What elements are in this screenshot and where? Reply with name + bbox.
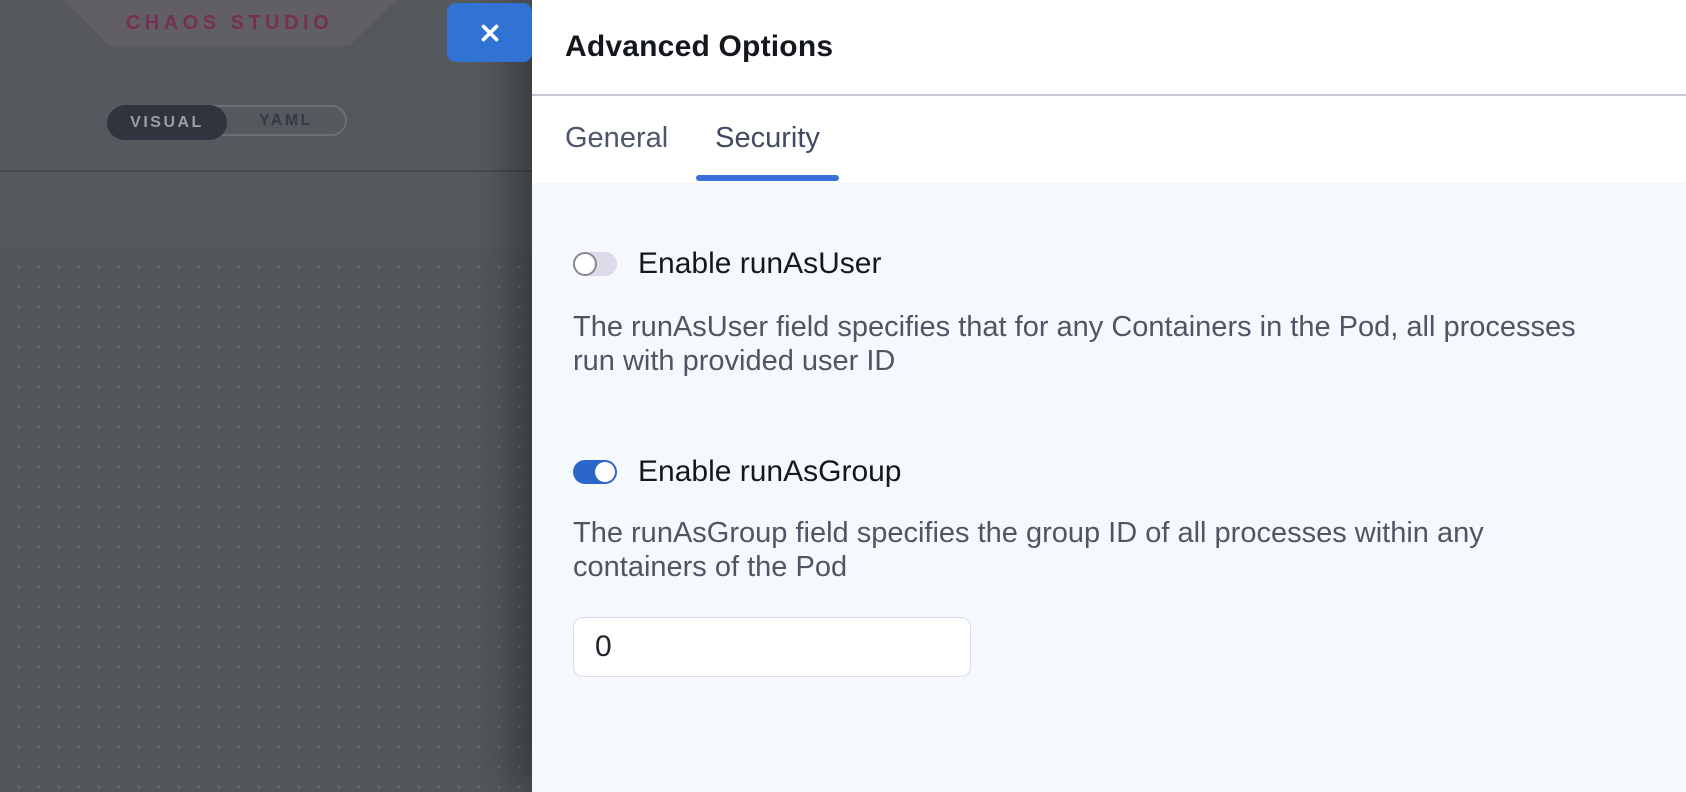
- tab-general[interactable]: General: [546, 96, 687, 181]
- run-as-user-description: The runAsUser field specifies that for a…: [573, 310, 1686, 378]
- toolbar-divider: [0, 170, 532, 172]
- run-as-group-row: Enable runAsGroup: [573, 455, 1686, 489]
- drawer-header: Advanced Options: [532, 0, 1686, 96]
- visual-tab-label: VISUAL: [130, 114, 204, 132]
- canvas-backdrop: CHAOS STUDIO VISUAL YAML: [0, 0, 532, 792]
- app-root: CHAOS STUDIO VISUAL YAML Advanced Option…: [0, 0, 1686, 792]
- run-as-user-label: Enable runAsUser: [638, 247, 881, 281]
- run-as-group-label: Enable runAsGroup: [638, 455, 902, 489]
- workflow-canvas: [0, 250, 532, 792]
- tab-general-label: General: [565, 122, 668, 155]
- toggle-knob: [573, 252, 597, 276]
- tab-security-label: Security: [715, 122, 820, 155]
- tab-security[interactable]: Security: [696, 96, 839, 181]
- active-tab-underline: [696, 175, 839, 181]
- run-as-group-description: The runAsGroup field specifies the group…: [573, 516, 1686, 584]
- advanced-options-drawer: Advanced Options General Security Enable…: [532, 0, 1686, 792]
- drawer-title: Advanced Options: [565, 30, 833, 64]
- visual-yaml-toggle: VISUAL YAML: [107, 105, 347, 136]
- toggle-knob: [595, 462, 615, 482]
- banner-label: CHAOS STUDIO: [126, 12, 333, 35]
- run-as-user-row: Enable runAsUser: [573, 247, 1686, 281]
- x-icon: [477, 20, 503, 46]
- tab-bar: General Security: [532, 96, 1686, 181]
- close-button[interactable]: [447, 3, 532, 62]
- run-as-group-input[interactable]: [573, 617, 971, 677]
- visual-tab[interactable]: VISUAL: [107, 105, 227, 140]
- yaml-tab[interactable]: YAML: [227, 107, 345, 134]
- chaos-studio-banner: CHAOS STUDIO: [63, 0, 396, 46]
- run-as-user-toggle[interactable]: [573, 252, 617, 276]
- run-as-group-toggle[interactable]: [573, 460, 617, 484]
- security-tab-panel: Enable runAsUser The runAsUser field spe…: [532, 183, 1686, 792]
- yaml-tab-label: YAML: [259, 112, 313, 130]
